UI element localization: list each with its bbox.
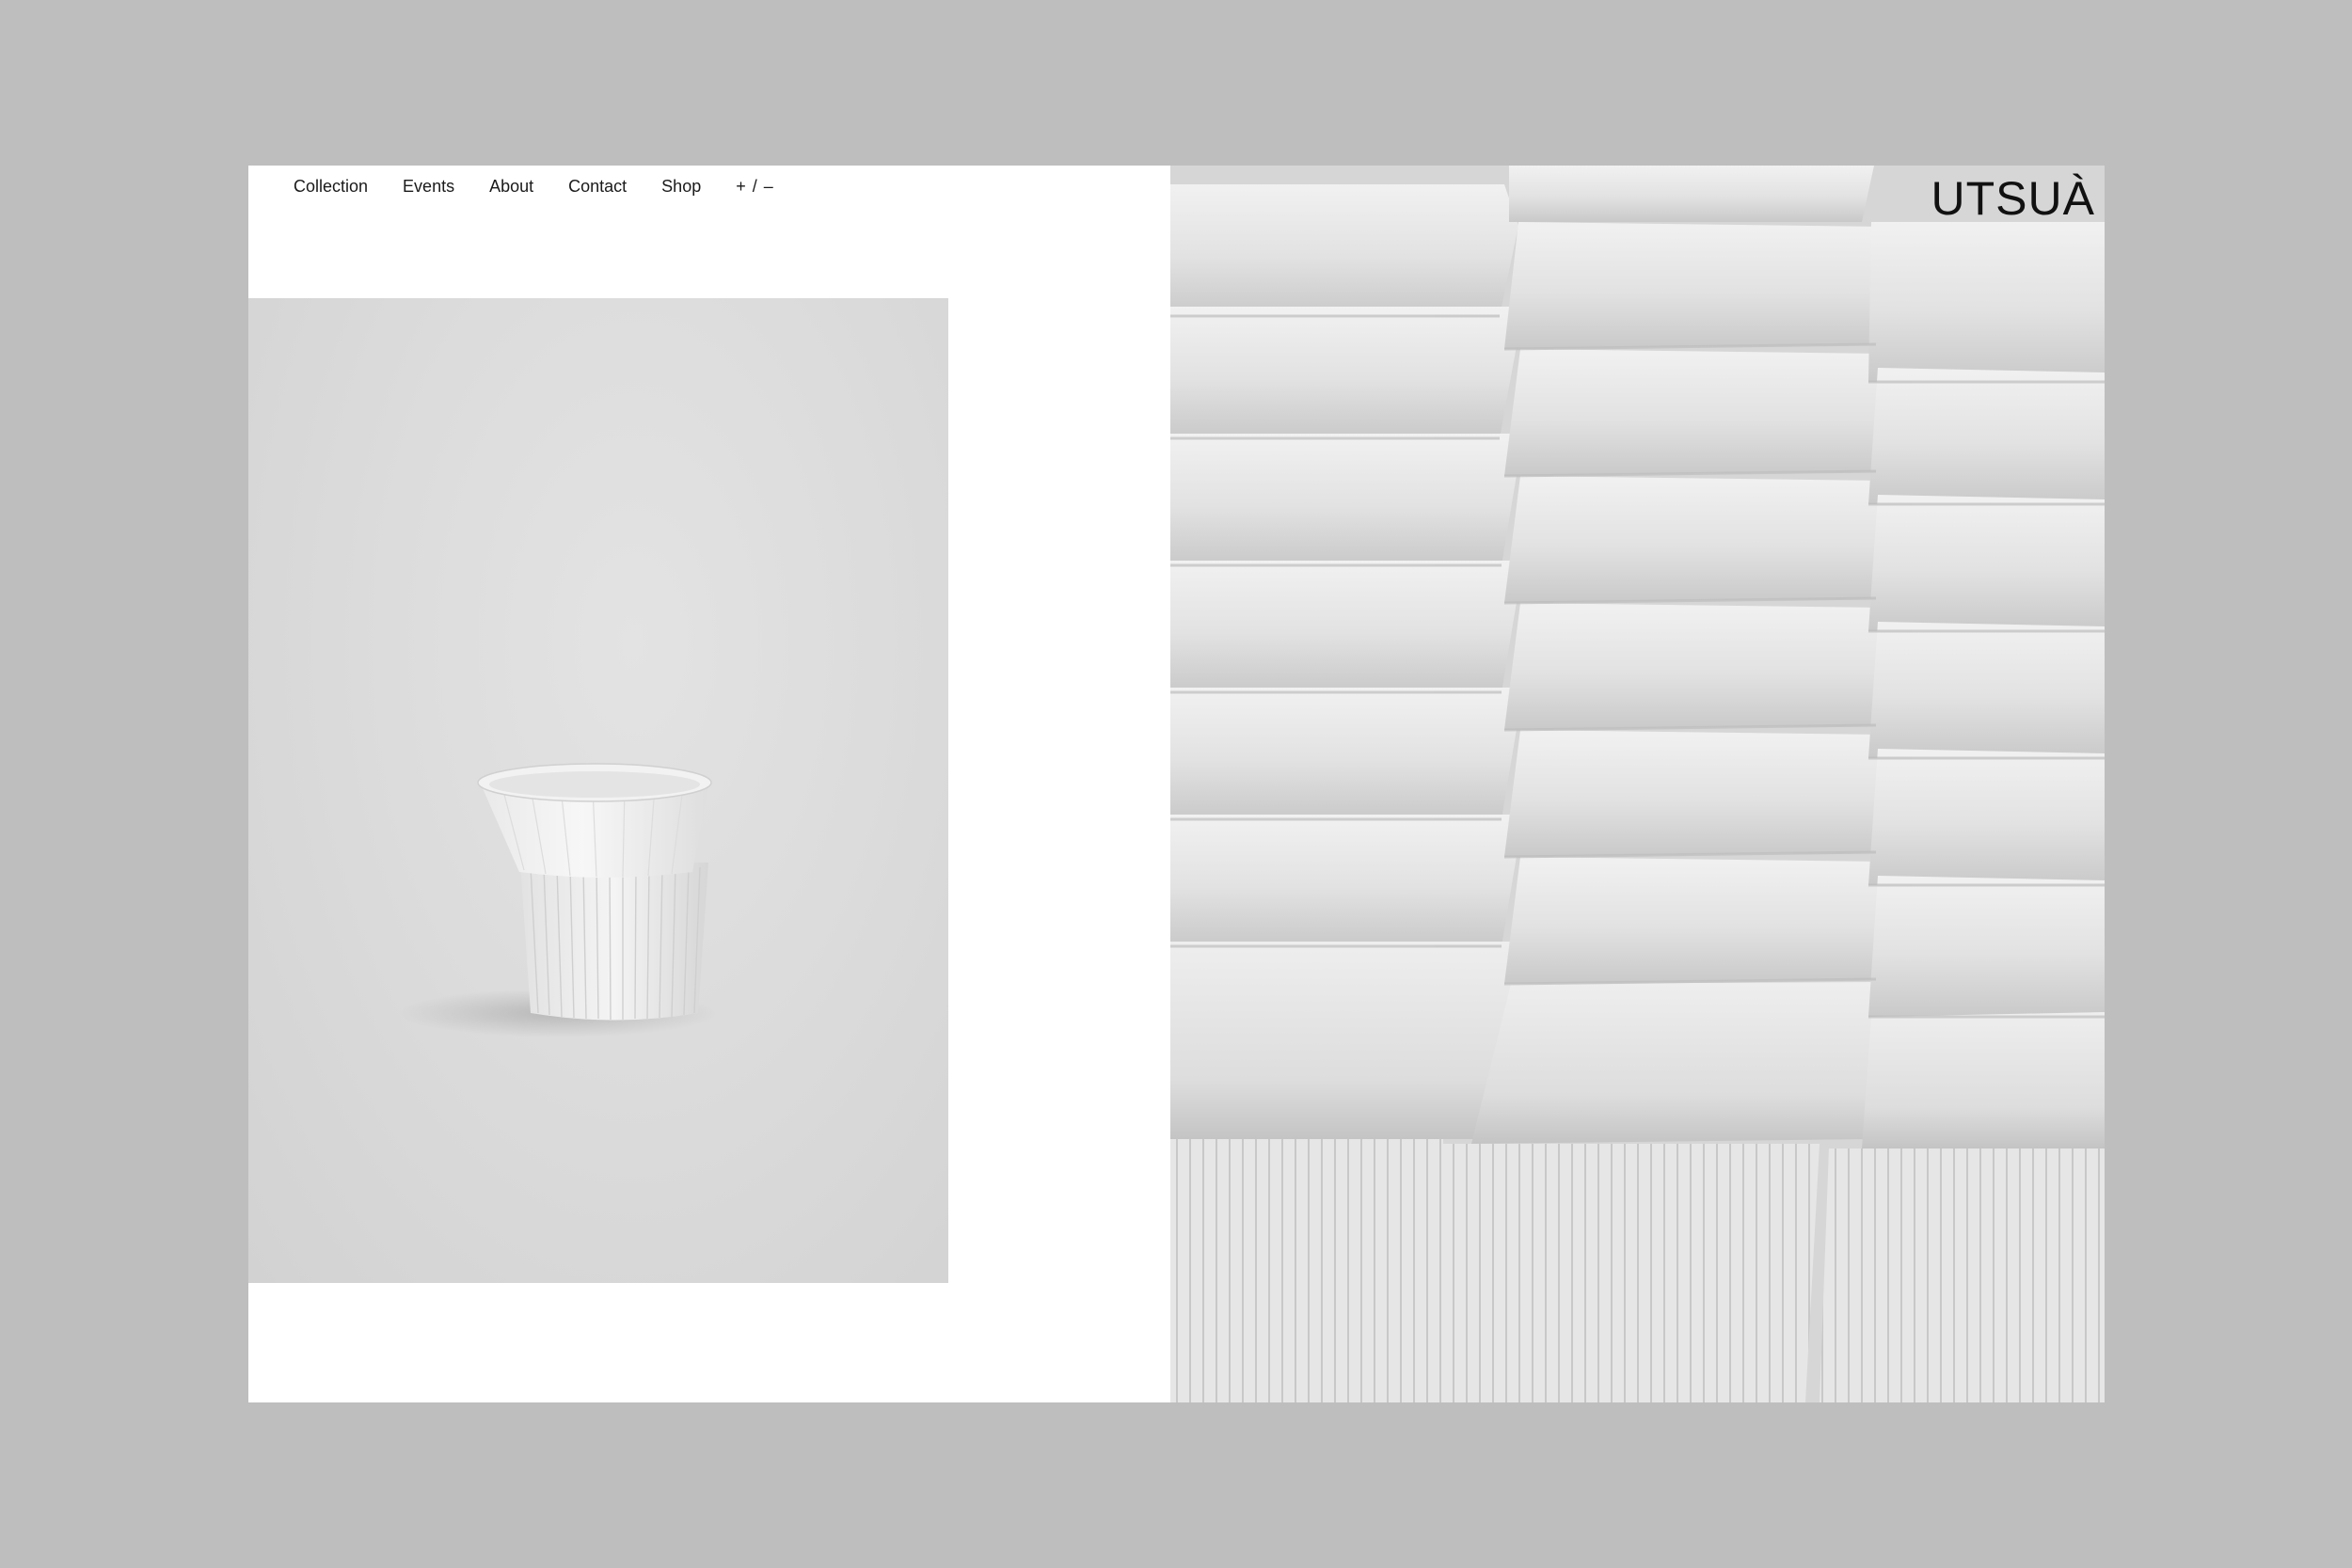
- product-image[interactable]: [248, 298, 948, 1283]
- page-frame: Collection Events About Contact Shop + /…: [248, 166, 2105, 1402]
- nav-item-contact[interactable]: Contact: [568, 177, 627, 197]
- brand-logo[interactable]: UTSUÀ: [1931, 171, 2095, 226]
- nav-item-shop[interactable]: Shop: [661, 177, 701, 197]
- ceramic-cup-illustration: [399, 763, 719, 1037]
- main-navigation: Collection Events About Contact Shop + /…: [294, 177, 774, 197]
- nav-item-about[interactable]: About: [489, 177, 533, 197]
- left-panel: Collection Events About Contact Shop + /…: [248, 166, 1170, 1402]
- zoom-toggle-button[interactable]: + / –: [736, 177, 774, 197]
- hero-image[interactable]: UTSUÀ: [1170, 166, 2105, 1402]
- nav-item-events[interactable]: Events: [403, 177, 454, 197]
- nav-item-collection[interactable]: Collection: [294, 177, 368, 197]
- stacked-cups-illustration: [1170, 166, 2105, 1402]
